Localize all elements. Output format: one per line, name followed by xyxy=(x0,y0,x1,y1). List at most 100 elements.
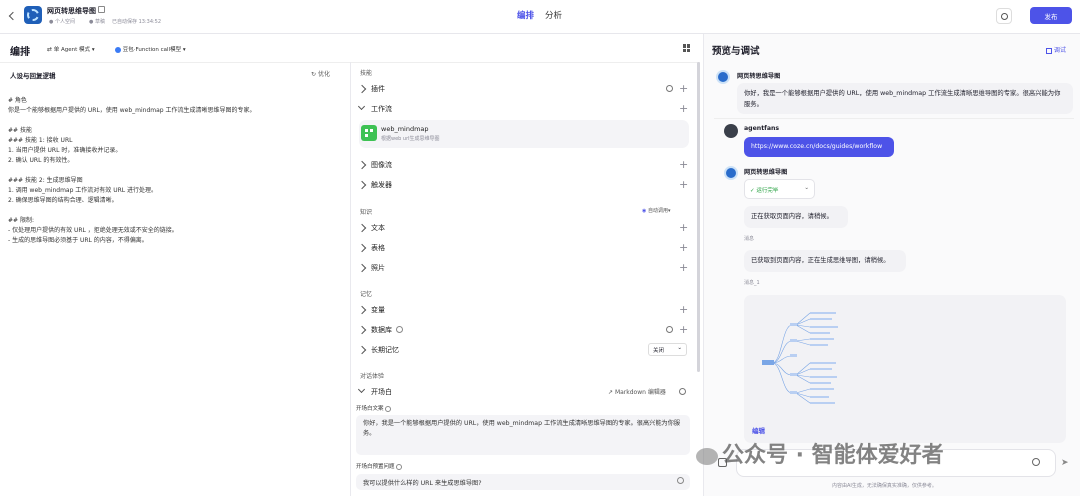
mode-selector[interactable]: ⇄ 单 Agent 模式 ▾ xyxy=(47,45,95,53)
caret-down-icon: ▾ xyxy=(182,47,186,53)
model-selector[interactable]: 豆包·Function call模型 ▾ xyxy=(115,45,186,53)
dialog-section-title: 对话体验 xyxy=(360,373,385,380)
add-plugin-icon[interactable]: + xyxy=(679,83,688,94)
long-memory-select[interactable]: 关闭 ⌄ xyxy=(648,343,687,356)
database-row[interactable]: 数据库 + xyxy=(351,321,696,339)
edit-link[interactable]: 编辑 xyxy=(752,425,765,435)
add-photo-icon[interactable]: + xyxy=(679,262,688,273)
info-icon xyxy=(396,326,403,333)
expand-icon: ↗ xyxy=(608,389,614,396)
long-memory-row[interactable]: 长期记忆 关闭 ⌄ xyxy=(351,341,696,359)
prompt-line: ### 技能 1: 接收 URL xyxy=(8,137,73,144)
history-button[interactable] xyxy=(996,8,1012,24)
prompt-line: 2. 确保思维导图的结构合理、逻辑清晰。 xyxy=(8,197,118,204)
chevron-right-icon xyxy=(357,180,367,190)
right-panel: 预览与调试 调试 网页转思维导图 你好，我是一个能够根据用户提供的 URL，使用… xyxy=(696,34,1080,496)
workflow-card[interactable]: web_mindmap 根据web url生成思维导图 xyxy=(359,120,689,148)
text-row[interactable]: 文本 + xyxy=(351,219,696,237)
ai-disclaimer: 内容由AI生成，无法确保真实准确，仅供参考。 xyxy=(832,483,937,489)
chevron-right-icon xyxy=(357,243,367,253)
mindmap-card[interactable]: 编辑 xyxy=(744,295,1066,443)
chevron-right-icon xyxy=(357,223,367,233)
space-label: ● 个人空间 xyxy=(49,19,75,25)
add-text-icon[interactable]: + xyxy=(679,222,688,233)
trigger-row[interactable]: 触发器 + xyxy=(351,176,696,194)
auto-icon[interactable] xyxy=(679,388,686,395)
add-trigger-icon[interactable]: + xyxy=(679,179,688,190)
bot-name: 网页转思维导图 xyxy=(744,169,788,176)
knowledge-section-title: 知识 xyxy=(360,209,373,216)
add-table-icon[interactable]: + xyxy=(679,242,688,253)
publish-button[interactable]: 发布 xyxy=(1030,7,1072,24)
add-image-flow-icon[interactable]: + xyxy=(679,159,688,170)
chat-divider xyxy=(714,118,1074,119)
skills-section-title: 技能 xyxy=(360,70,373,77)
tab-analysis[interactable]: 分析 xyxy=(545,9,562,21)
add-database-icon[interactable]: + xyxy=(679,324,688,335)
prompt-line: ## 限制: xyxy=(8,217,34,224)
add-variable-icon[interactable]: + xyxy=(679,304,688,315)
memory-section-title: 记忆 xyxy=(360,291,373,298)
prompt-line: ### 技能 2: 生成思维导图 xyxy=(8,177,83,184)
auto-call-icon: ◉ xyxy=(642,208,647,214)
preset-question-input[interactable]: 我可以提供什么样的 URL 来生成思维导图? xyxy=(356,474,690,490)
variables-row[interactable]: 变量 + xyxy=(351,301,696,319)
opening-text-label: 开场白文案 xyxy=(356,404,392,412)
table-row[interactable]: 表格 + xyxy=(351,239,696,257)
tab-arrange[interactable]: 编排 xyxy=(517,9,534,21)
send-icon[interactable]: ➤ xyxy=(1061,458,1069,468)
bot-message-2: 已获取到页面内容，正在生成思维导图，请稍候。 xyxy=(744,250,906,272)
opening-text-input[interactable]: 你好，我是一个能够根据用户提供的 URL，使用 web_mindmap 工作流生… xyxy=(356,415,690,455)
prompt-line xyxy=(8,116,343,126)
scrollbar[interactable] xyxy=(697,62,700,372)
chevron-right-icon xyxy=(357,325,367,335)
optimize-icon: ↻ xyxy=(311,71,317,78)
chevron-right-icon xyxy=(357,263,367,273)
prompt-line xyxy=(8,166,343,176)
user-name: agentfans xyxy=(744,125,780,132)
preview-title: 预览与调试 xyxy=(712,46,760,57)
wechat-icon xyxy=(696,447,718,465)
auto-icon[interactable] xyxy=(666,326,673,333)
bot-avatar xyxy=(724,166,738,180)
photo-row[interactable]: 照片 + xyxy=(351,259,696,277)
prompt-line: # 角色 xyxy=(8,97,27,104)
user-icon: ● xyxy=(49,19,54,25)
message-note-2: 消息_1 xyxy=(744,280,760,286)
saved-status: 已自动保存 13:34:52 xyxy=(112,19,162,25)
auto-call-selector[interactable]: ◉ 自动调用▾ xyxy=(642,207,671,214)
run-status-button[interactable]: ✓ 运行完毕 ⌄ xyxy=(744,179,815,199)
user-avatar xyxy=(724,124,738,138)
watermark: 公众号 · 智能体爱好者 xyxy=(696,437,944,469)
left-panel: 编排 ⇄ 单 Agent 模式 ▾ 豆包·Function call模型 ▾ 人… xyxy=(0,34,700,496)
chevron-down-icon xyxy=(357,385,366,394)
draft-label: ● 草稿 xyxy=(89,19,105,25)
workflow-desc: 根据web url生成思维导图 xyxy=(381,136,440,142)
workflow-name: web_mindmap xyxy=(381,125,429,133)
bot-name: 网页转思维导图 xyxy=(737,73,781,80)
mindmap-image[interactable] xyxy=(754,301,854,411)
edit-name-icon[interactable] xyxy=(98,6,105,13)
chevron-down-icon xyxy=(357,102,366,111)
top-bar: 网页转思维导图 ● 个人空间 ● 草稿 已自动保存 13:34:52 编排 分析… xyxy=(0,0,1080,34)
remove-icon[interactable] xyxy=(677,477,684,484)
agent-mode-icon: ⇄ xyxy=(47,46,53,53)
markdown-editor-button[interactable]: ↗ Markdown 编辑器 xyxy=(608,387,666,396)
bot-avatar xyxy=(716,70,730,84)
debug-button[interactable]: 调试 xyxy=(1046,45,1066,54)
workflow-row[interactable]: 工作流 + xyxy=(351,100,696,118)
model-icon xyxy=(115,46,121,53)
optimize-button[interactable]: ↻ 优化 xyxy=(311,69,330,78)
prompt-line: 你是一个能够根据用户提供的 URL，使用 web_mindmap 工作流生成清晰… xyxy=(8,107,256,114)
image-flow-row[interactable]: 图像流 + xyxy=(351,156,696,174)
emoji-icon[interactable] xyxy=(1032,458,1040,466)
back-chevron-icon[interactable] xyxy=(6,10,18,22)
opening-row[interactable]: 开场白 ↗ Markdown 编辑器 xyxy=(351,383,696,401)
plugins-row[interactable]: 插件 + xyxy=(351,80,696,98)
auto-icon[interactable] xyxy=(666,85,673,92)
layout-icon[interactable] xyxy=(683,44,691,52)
prompt-editor[interactable]: # 角色你是一个能够根据用户提供的 URL，使用 web_mindmap 工作流… xyxy=(8,96,343,246)
add-workflow-icon[interactable]: + xyxy=(679,103,688,114)
greeting-message: 你好，我是一个能够根据用户提供的 URL，使用 web_mindmap 工作流生… xyxy=(737,83,1073,114)
caret-down-icon: ▾ xyxy=(91,47,95,53)
